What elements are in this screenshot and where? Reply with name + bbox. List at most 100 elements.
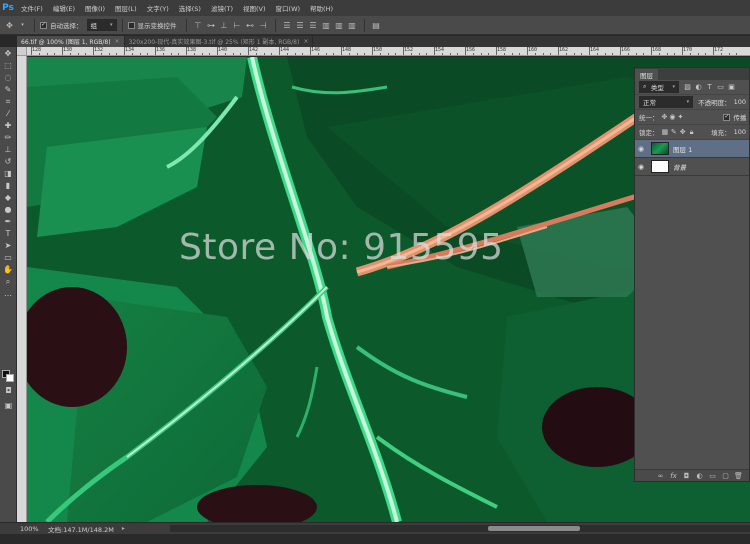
- distribute-left-icon[interactable]: ▥: [321, 20, 332, 31]
- adjustment-filter-icon[interactable]: ◐: [694, 83, 703, 92]
- gradient-tool-icon[interactable]: ▮: [1, 180, 16, 191]
- document-size-info[interactable]: 文档:147.1M/148.2M: [48, 524, 114, 534]
- shape-tool-icon[interactable]: ▭: [1, 252, 16, 263]
- lasso-tool-icon[interactable]: ◌: [1, 72, 16, 83]
- adjustment-layer-icon[interactable]: ◐: [695, 471, 704, 480]
- tab-layers[interactable]: 图层: [635, 69, 658, 80]
- align-hcenter-icon[interactable]: ⊷: [245, 20, 256, 31]
- divider: [121, 18, 123, 32]
- zoom-level[interactable]: 100%: [0, 525, 39, 533]
- align-bottom-icon[interactable]: ⊥: [219, 20, 230, 31]
- close-icon[interactable]: ×: [303, 38, 308, 45]
- menu-image[interactable]: 图像(I): [80, 3, 110, 13]
- pixel-filter-icon[interactable]: ▨: [683, 83, 692, 92]
- scrollbar-thumb[interactable]: [488, 526, 580, 531]
- menu-filter[interactable]: 滤镜(T): [206, 3, 238, 13]
- align-top-icon[interactable]: ⊤: [193, 20, 204, 31]
- eye-icon[interactable]: ◉: [635, 163, 647, 171]
- shape-filter-icon[interactable]: ▭: [716, 83, 725, 92]
- ruler-minor-tick: [472, 53, 474, 55]
- show-transform-checkbox[interactable]: [127, 21, 135, 29]
- background-color-swatch[interactable]: [6, 374, 14, 382]
- fill-value[interactable]: 100: [734, 128, 746, 136]
- auto-align-icon[interactable]: ▤: [371, 20, 382, 31]
- type-tool-icon[interactable]: T: [1, 228, 16, 239]
- eyedropper-tool-icon[interactable]: ⁄: [1, 108, 16, 119]
- type-filter-icon[interactable]: T: [705, 83, 714, 92]
- layer-style-icon[interactable]: fx: [669, 471, 678, 480]
- layer-row-layer1[interactable]: ◉ 图层 1: [635, 140, 749, 158]
- menu-layer[interactable]: 图层(L): [110, 3, 142, 13]
- move-tool-icon[interactable]: ✥: [1, 48, 16, 59]
- move-tool-preset-icon[interactable]: ✥: [4, 20, 15, 31]
- chevron-down-icon[interactable]: ▾: [17, 20, 28, 31]
- lock-position-icon[interactable]: ✥: [679, 128, 686, 137]
- clone-stamp-tool-icon[interactable]: ⊥: [1, 144, 16, 155]
- ruler-minor-tick: [162, 53, 164, 55]
- distribute-bottom-icon[interactable]: ☰: [308, 20, 319, 31]
- brush-tool-icon[interactable]: ✏: [1, 132, 16, 143]
- pen-tool-icon[interactable]: ✒: [1, 216, 16, 227]
- distribute-hcenter-icon[interactable]: ▥: [334, 20, 345, 31]
- layer-row-background[interactable]: ◉ 背景: [635, 158, 749, 176]
- close-icon[interactable]: ×: [115, 38, 120, 45]
- horizontal-scrollbar[interactable]: [170, 525, 750, 532]
- menu-help[interactable]: 帮助(H): [305, 3, 338, 13]
- new-group-icon[interactable]: ▭: [708, 471, 717, 480]
- quick-mask-icon[interactable]: ◘: [1, 385, 16, 396]
- link-layers-icon[interactable]: ∞: [656, 471, 665, 480]
- align-right-icon[interactable]: ⊣: [258, 20, 269, 31]
- blur-tool-icon[interactable]: ◆: [1, 192, 16, 203]
- unify-style-icon[interactable]: ✦: [677, 113, 683, 122]
- screen-mode-icon[interactable]: ▣: [1, 400, 16, 411]
- menu-view[interactable]: 视图(V): [238, 3, 271, 13]
- ruler-minor-tick: [720, 53, 722, 55]
- eraser-tool-icon[interactable]: ◨: [1, 168, 16, 179]
- history-brush-tool-icon[interactable]: ↺: [1, 156, 16, 167]
- horizontal-ruler[interactable]: 128 130 132 134 136 138 140 142 144 146 148 150 152 1…: [27, 47, 750, 56]
- path-select-tool-icon[interactable]: ➤: [1, 240, 16, 251]
- auto-select-checkbox[interactable]: ✓: [40, 21, 47, 29]
- healing-brush-tool-icon[interactable]: ✚: [1, 120, 16, 131]
- ruler-minor-tick: [364, 53, 366, 55]
- status-menu-arrow-icon[interactable]: ▸: [122, 525, 125, 532]
- menu-edit[interactable]: 编辑(E): [48, 3, 80, 13]
- eye-icon[interactable]: ◉: [635, 145, 647, 153]
- hand-tool-icon[interactable]: ✋: [1, 264, 16, 275]
- quick-select-tool-icon[interactable]: ✎: [1, 84, 16, 95]
- propagate-checkbox[interactable]: ✓: [723, 113, 731, 121]
- tab-document-320x200[interactable]: 320x200-现代-真实效果图-3.tif @ 25% (矩形 1 副本, R…: [124, 36, 314, 47]
- zoom-tool-icon[interactable]: ⌕: [1, 276, 16, 287]
- distribute-right-icon[interactable]: ▥: [347, 20, 358, 31]
- menu-window[interactable]: 窗口(W): [271, 3, 306, 13]
- lock-all-icon[interactable]: 🔒︎: [688, 128, 695, 137]
- new-layer-icon[interactable]: ▢: [721, 471, 730, 480]
- menu-file[interactable]: 文件(F): [16, 3, 48, 13]
- menu-select[interactable]: 选择(S): [174, 3, 206, 13]
- layer-kind-filter[interactable]: ⌕ 类型 ▾: [639, 81, 679, 93]
- vertical-ruler[interactable]: [17, 56, 27, 522]
- lock-pixels-icon[interactable]: ✎: [670, 128, 677, 137]
- toolbox: ✥ ⬚ ◌ ✎ ⌗ ⁄ ✚ ✏ ⊥ ↺ ◨ ▮ ◆ ● ✒ T ➤ ▭ ✋ ⌕ …: [0, 47, 17, 522]
- more-tools-icon[interactable]: …: [1, 288, 16, 299]
- unify-position-icon[interactable]: ✥: [662, 113, 668, 122]
- ruler-origin[interactable]: [17, 47, 27, 56]
- add-mask-icon[interactable]: ◘: [682, 471, 691, 480]
- smart-object-filter-icon[interactable]: ▣: [727, 83, 736, 92]
- crop-tool-icon[interactable]: ⌗: [1, 96, 16, 107]
- opacity-value[interactable]: 100: [734, 98, 746, 106]
- dodge-tool-icon[interactable]: ●: [1, 204, 16, 215]
- ruler-minor-tick: [224, 53, 226, 55]
- menu-type[interactable]: 文字(Y): [142, 3, 174, 13]
- align-vcenter-icon[interactable]: ⊶: [206, 20, 217, 31]
- distribute-top-icon[interactable]: ☰: [282, 20, 293, 31]
- marquee-tool-icon[interactable]: ⬚: [1, 60, 16, 71]
- align-left-icon[interactable]: ⊢: [232, 20, 243, 31]
- delete-layer-icon[interactable]: 🗑︎: [734, 471, 743, 480]
- tab-document-66[interactable]: 66.tif @ 100% (图层 1, RGB/8) ×: [17, 36, 125, 47]
- blend-mode-dropdown[interactable]: 正常 ▾: [639, 96, 694, 108]
- auto-select-dropdown[interactable]: 组 ▾: [86, 19, 117, 31]
- unify-visibility-icon[interactable]: ◉: [669, 113, 675, 122]
- distribute-vcenter-icon[interactable]: ☰: [295, 20, 306, 31]
- lock-transparent-icon[interactable]: ▦: [662, 128, 669, 137]
